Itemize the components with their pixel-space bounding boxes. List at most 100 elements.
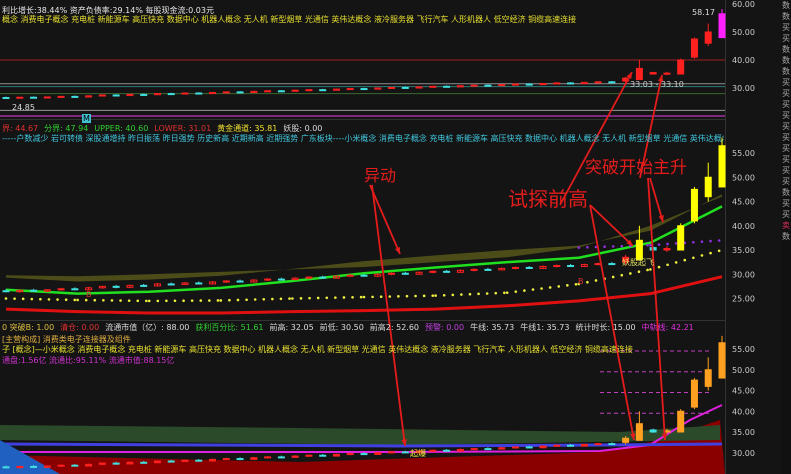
yellow-dot-line	[308, 296, 311, 300]
candle-body	[608, 443, 616, 446]
strip-item[interactable]: 买	[781, 132, 791, 143]
yellow-dot-line	[709, 251, 712, 255]
axis-tick-label: 50.00	[732, 28, 755, 37]
yellow-dot-line	[629, 272, 632, 275]
yellow-dot-line	[620, 273, 624, 277]
purple-dot-line	[717, 239, 721, 242]
yellow-dot-line	[494, 291, 498, 295]
yellow-dot-line	[165, 299, 168, 303]
candle-body	[622, 437, 630, 443]
yellow-dot-line	[73, 298, 77, 302]
strip-item[interactable]: 买	[781, 99, 791, 110]
lower-line	[5, 275, 723, 315]
purple-dot-line	[649, 243, 652, 247]
yellow-dot-line	[468, 292, 472, 296]
yellow-dot-line	[485, 292, 489, 295]
strip-item[interactable]: 数	[781, 231, 791, 242]
indicator-value: 清仓: 0.00	[60, 323, 100, 332]
strip-item[interactable]: 数	[781, 66, 791, 77]
yellow-dot-line	[717, 249, 721, 253]
yellow-dot-line	[110, 299, 114, 302]
indicator-value: UPPER: 40.60	[94, 124, 149, 133]
axis-tick-label: 30.00	[732, 449, 755, 458]
candle-body	[140, 284, 148, 287]
yellow-dot-line	[460, 293, 463, 296]
yellow-dot-line	[288, 297, 291, 300]
yellow-dot-line	[649, 268, 652, 271]
strip-item[interactable]: 买	[781, 176, 791, 187]
yellow-dot-line	[566, 284, 569, 287]
strip-item[interactable]: 数	[781, 11, 791, 22]
strip-item[interactable]: 买	[781, 154, 791, 165]
strip-item[interactable]: 数	[781, 55, 791, 66]
yellow-dot-line	[388, 295, 392, 298]
candle-body	[511, 266, 519, 269]
yellow-dot-line	[30, 297, 34, 301]
arrow-head-icon	[658, 215, 664, 222]
candle-body	[112, 94, 120, 97]
indicator-value: 流通市值（亿）: 88.00	[105, 323, 190, 332]
strip-item[interactable]: 数	[781, 187, 791, 198]
yellow-dot-line	[39, 297, 42, 301]
axis-tick-label: 40.00	[732, 407, 755, 416]
strip-item[interactable]: 买	[781, 22, 791, 33]
purple-dot-line	[692, 240, 695, 244]
candle-body	[401, 86, 409, 89]
yellow-dot-line	[190, 299, 194, 302]
candle-body	[57, 288, 65, 291]
strip-item[interactable]: 数	[781, 44, 791, 55]
yellow-dot-line	[637, 270, 641, 274]
axis-tick-label: 50.00	[732, 366, 755, 375]
candle-body	[305, 276, 313, 279]
range-label: 33.03 - 33.10	[630, 80, 684, 89]
candle-body	[567, 265, 575, 268]
candle-body	[456, 448, 464, 452]
yellow-dot-line	[362, 295, 366, 299]
candle-body	[608, 263, 616, 266]
yellow-dot-line	[514, 290, 518, 293]
candle-body	[43, 96, 51, 99]
candle-body	[663, 248, 671, 251]
annotation-test-high: 试探前高	[508, 187, 588, 211]
buy-marker: B	[578, 277, 584, 286]
yellow-dot-line	[505, 291, 509, 294]
kline-chart[interactable]: 60.00 50.00 40.00 30.00 55.00 50.00 45.00 40.00…	[0, 0, 791, 474]
candle-body	[388, 272, 396, 275]
yellow-dot-line	[431, 294, 435, 297]
strip-item[interactable]: 买	[781, 121, 791, 132]
candle-body	[277, 90, 285, 93]
candle-body	[718, 13, 726, 39]
strip-item[interactable]: 买	[781, 209, 791, 220]
candle-body	[43, 465, 51, 468]
strip-item[interactable]: 买	[781, 110, 791, 121]
indicator-value: 黄金通道: 35.81	[217, 124, 278, 133]
candle-body	[690, 379, 698, 408]
strip-item[interactable]: 买	[781, 198, 791, 209]
candle-body	[429, 85, 437, 88]
candle-body	[291, 89, 299, 92]
yellow-dot-line	[351, 295, 354, 299]
yellow-dot-line	[434, 294, 437, 297]
strip-item[interactable]: 买	[781, 165, 791, 176]
yellow-dot-line	[102, 299, 105, 302]
strip-item[interactable]: 买	[781, 77, 791, 88]
right-side-strip[interactable]: 数数买买数数数买买买买买买买买买买数买买卖数	[781, 0, 791, 474]
strip-item[interactable]: 买	[781, 33, 791, 44]
candle-body	[98, 94, 106, 97]
annotation-arrow-line	[369, 184, 401, 255]
strip-item[interactable]: 数	[781, 0, 791, 11]
yellow-dot-line	[216, 299, 220, 302]
yellow-dot-line	[397, 295, 400, 298]
candle-body	[553, 82, 561, 85]
m-badge[interactable]: M	[82, 114, 91, 123]
candle-body	[649, 429, 657, 433]
strip-item[interactable]: 卖	[781, 220, 791, 231]
strip-item[interactable]: 买	[781, 143, 791, 154]
strip-item[interactable]: 买	[781, 88, 791, 99]
candle-body	[635, 423, 643, 441]
candle-body	[71, 464, 79, 467]
candle-body	[236, 91, 244, 94]
annotation-arrow-line	[371, 184, 406, 447]
candle-body	[153, 460, 161, 464]
yellow-dot-line	[119, 299, 122, 302]
